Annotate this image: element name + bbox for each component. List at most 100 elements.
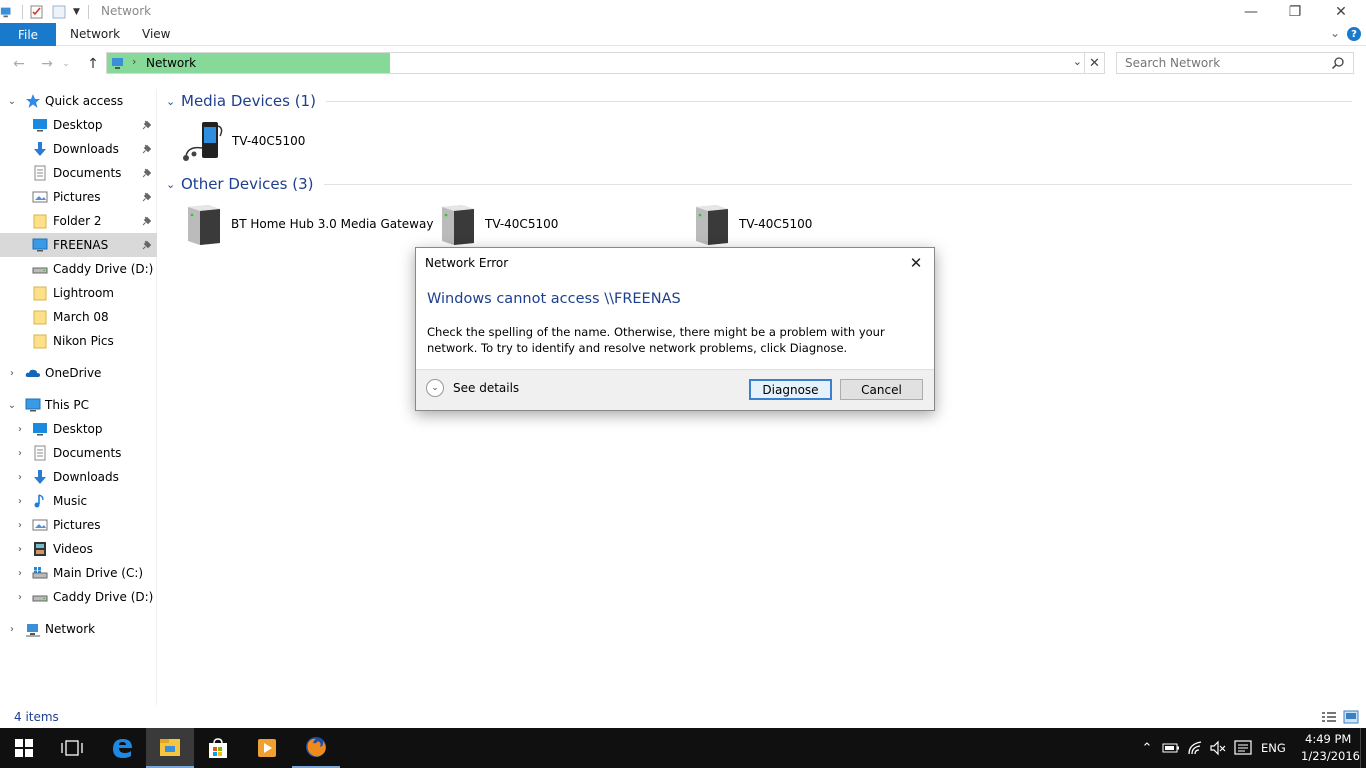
customize-toolbar-icon[interactable]: ▼ (73, 7, 80, 17)
sidebar-item-pc-caddy-drive[interactable]: › Caddy Drive (D:) (0, 585, 157, 609)
sidebar-item-pictures[interactable]: Pictures (0, 185, 157, 209)
search-icon[interactable] (1331, 56, 1345, 70)
show-desktop-button[interactable] (1360, 728, 1366, 768)
battery-icon[interactable] (1162, 738, 1180, 758)
expand-ribbon-icon[interactable]: ⌄ (1330, 26, 1340, 40)
sidebar-item-network[interactable]: › Network (0, 617, 157, 641)
network-device-icon (188, 205, 220, 245)
see-details-toggle[interactable]: ⌄ See details (426, 379, 519, 397)
expand-chevron-icon[interactable]: › (14, 472, 26, 483)
expand-chevron-icon[interactable]: › (14, 544, 26, 555)
expand-chevron-icon[interactable]: › (14, 520, 26, 531)
sidebar-item-folder-2[interactable]: Folder 2 (0, 209, 157, 233)
sidebar-item-freenas[interactable]: FREENAS (0, 233, 157, 257)
sidebar-item-downloads[interactable]: Downloads (0, 137, 157, 161)
taskbar-store[interactable] (194, 728, 242, 768)
help-icon[interactable]: ? (1347, 27, 1361, 41)
sidebar-item-pc-desktop[interactable]: › Desktop (0, 417, 157, 441)
new-folder-icon[interactable] (51, 4, 67, 20)
sidebar-item-pc-documents[interactable]: › Documents (0, 441, 157, 465)
chevron-down-icon[interactable]: ⌄ (1073, 55, 1082, 68)
collapse-chevron-icon[interactable]: ⌄ (166, 178, 178, 191)
pin-icon[interactable] (142, 192, 152, 202)
sidebar-item-pc-pictures[interactable]: › Pictures (0, 513, 157, 537)
dialog-heading: Windows cannot access \\FREENAS (427, 291, 681, 307)
pin-icon[interactable] (142, 168, 152, 178)
music-icon (34, 494, 44, 508)
taskbar-firefox[interactable] (292, 728, 340, 768)
dialog-close-button[interactable]: ✕ (904, 252, 928, 274)
sidebar-item-pc-videos[interactable]: › Videos (0, 537, 157, 561)
group-header-media-devices[interactable]: ⌄ Media Devices (1) (166, 89, 1358, 113)
details-view-icon[interactable] (1321, 709, 1337, 725)
sidebar-item-march-08[interactable]: March 08 (0, 305, 157, 329)
sidebar-item-this-pc[interactable]: ⌄ This PC (0, 393, 157, 417)
pin-icon[interactable] (142, 120, 152, 130)
pin-icon[interactable] (142, 240, 152, 250)
device-item[interactable]: BT Home Hub 3.0 Media Gateway (180, 200, 433, 248)
address-bar[interactable]: › Network ⌄ ✕ (106, 52, 1105, 74)
start-button[interactable] (0, 728, 48, 768)
close-button[interactable]: ✕ (1318, 0, 1364, 23)
taskbar-edge[interactable] (98, 728, 146, 768)
see-details-label[interactable]: See details (453, 381, 519, 395)
device-item[interactable]: TV-40C5100 (688, 200, 812, 248)
volume-muted-icon[interactable] (1209, 738, 1227, 758)
collapse-chevron-icon[interactable]: ⌄ (166, 95, 178, 108)
back-button[interactable]: ← (9, 54, 29, 74)
properties-icon[interactable] (29, 4, 45, 20)
sidebar-item-nikon-pics[interactable]: Nikon Pics (0, 329, 157, 353)
maximize-button[interactable]: ❐ (1272, 0, 1318, 23)
expand-chevron-icon[interactable]: › (14, 496, 26, 507)
expand-chevron-icon[interactable]: › (6, 624, 18, 635)
tab-file[interactable]: File (0, 23, 56, 46)
sidebar-item-pc-main-drive[interactable]: › Main Drive (C:) (0, 561, 157, 585)
clock-time[interactable]: 4:49 PM (1305, 732, 1351, 746)
tab-network[interactable]: Network (70, 27, 120, 41)
sidebar-item-pc-music[interactable]: › Music (0, 489, 157, 513)
expand-chevron-icon[interactable]: › (14, 568, 26, 579)
store-icon (209, 738, 227, 758)
sidebar-item-lightroom[interactable]: Lightroom (0, 281, 157, 305)
up-button[interactable]: ↑ (83, 54, 103, 74)
clear-address-button[interactable]: ✕ (1084, 53, 1104, 73)
collapse-chevron-icon[interactable]: ⌄ (6, 96, 18, 107)
sidebar-item-onedrive[interactable]: › OneDrive (0, 361, 157, 385)
pin-icon[interactable] (142, 144, 152, 154)
expand-chevron-icon[interactable]: › (14, 424, 26, 435)
forward-button[interactable]: → (37, 54, 57, 74)
tab-view[interactable]: View (142, 27, 170, 41)
sidebar-item-quick-access[interactable]: ⌄ Quick access (0, 89, 157, 113)
input-language[interactable]: ENG (1261, 741, 1286, 755)
search-input[interactable] (1117, 53, 1317, 73)
clock-date[interactable]: 1/23/2016 (1301, 749, 1360, 763)
sidebar-item-caddy-drive[interactable]: Caddy Drive (D:) (0, 257, 157, 281)
sidebar-item-pc-downloads[interactable]: › Downloads (0, 465, 157, 489)
chevron-right-icon[interactable]: › (132, 55, 136, 68)
collapse-chevron-icon[interactable]: ⌄ (6, 400, 18, 411)
expand-chevron-icon[interactable]: › (14, 592, 26, 603)
minimize-button[interactable]: — (1228, 0, 1274, 23)
wifi-icon[interactable] (1187, 738, 1205, 758)
taskbar-file-explorer[interactable] (146, 728, 194, 768)
taskbar-media-player[interactable] (243, 728, 291, 768)
desktop-icon (33, 119, 47, 132)
group-header-other-devices[interactable]: ⌄ Other Devices (3) (166, 172, 1358, 196)
search-box[interactable] (1116, 52, 1354, 74)
show-hidden-icons-chevron-icon[interactable]: ⌃ (1138, 738, 1156, 758)
pin-icon[interactable] (142, 216, 152, 226)
device-item[interactable]: TV-40C5100 (434, 200, 558, 248)
sidebar-item-desktop[interactable]: Desktop (0, 113, 157, 137)
sidebar-item-documents[interactable]: Documents (0, 161, 157, 185)
chevron-down-icon[interactable]: ⌄ (426, 379, 444, 397)
action-center-icon[interactable] (1234, 738, 1252, 758)
device-item[interactable]: TV-40C5100 (180, 117, 305, 165)
address-path[interactable]: Network (146, 56, 196, 70)
diagnose-button[interactable]: Diagnose (749, 379, 832, 400)
large-icons-view-icon[interactable] (1343, 709, 1359, 725)
recent-locations-icon[interactable]: ⌄ (60, 54, 72, 74)
expand-chevron-icon[interactable]: › (6, 368, 18, 379)
cancel-button[interactable]: Cancel (840, 379, 923, 400)
task-view-button[interactable] (48, 728, 96, 768)
expand-chevron-icon[interactable]: › (14, 448, 26, 459)
